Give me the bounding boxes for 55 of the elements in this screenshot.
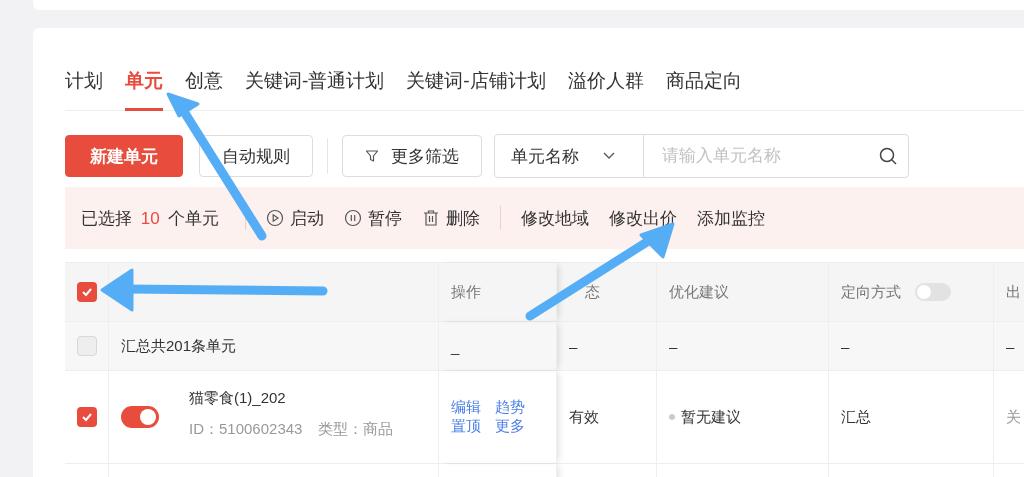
table-cell: 暂无建议	[681, 407, 741, 427]
action-link[interactable]: 趋势	[495, 398, 525, 417]
pause-icon	[344, 209, 363, 227]
tab[interactable]: 溢价人群	[567, 68, 644, 111]
action-link[interactable]: 编辑	[451, 398, 481, 417]
column-header: 优化建议	[669, 282, 729, 302]
action-link[interactable]: 更多	[495, 417, 525, 436]
unit-type: 类型：商品	[318, 420, 394, 439]
bulk-action[interactable]: 删除	[422, 206, 481, 230]
action-link[interactable]: 置顶	[451, 417, 481, 436]
toggle-switch[interactable]	[121, 406, 159, 428]
table-cell: 汇总	[841, 407, 871, 427]
selection-count: 已选择 10 个单元	[81, 207, 220, 230]
tab[interactable]: 单元	[125, 68, 163, 111]
summary-label: 汇总共201条单元	[121, 336, 237, 356]
column-header: 操作	[451, 282, 481, 302]
play-icon	[266, 209, 285, 227]
table-cell: –	[841, 337, 850, 355]
checkbox[interactable]	[76, 407, 97, 427]
search-box[interactable]: 单元名称 请输入单元名称	[494, 134, 909, 178]
search-icon	[878, 146, 898, 166]
checkbox[interactable]	[76, 336, 97, 356]
auto-rule-button[interactable]: 自动规则	[199, 135, 313, 177]
checkmark-icon	[80, 287, 93, 297]
toggle-switch[interactable]	[915, 283, 951, 301]
filter-button[interactable]: 更多筛选	[342, 135, 482, 177]
unit-id: ID：5100602343	[189, 420, 303, 439]
select-all-checkbox[interactable]	[76, 282, 97, 302]
search-field[interactable]: 请输入单元名称	[660, 145, 878, 167]
bulk-action[interactable]: 暂停	[344, 206, 403, 230]
table-cell: –	[569, 337, 578, 355]
column-header: 态	[585, 282, 600, 302]
tab[interactable]: 创意	[185, 68, 223, 111]
chevron-down-icon	[603, 152, 615, 160]
tab[interactable]: 关键词-店铺计划	[406, 68, 546, 111]
status-dot-icon	[669, 414, 675, 420]
trash-icon	[422, 209, 441, 227]
bulk-action[interactable]: 启动	[266, 206, 325, 230]
column-header: 出	[1006, 282, 1021, 302]
table-cell: _	[451, 337, 460, 355]
table-cell: 关	[1006, 407, 1021, 427]
tab[interactable]: 计划	[65, 68, 103, 111]
field-dropdown[interactable]: 单元名称	[495, 135, 644, 177]
table-cell: 有效	[569, 407, 599, 427]
unit-name: 猫零食(1)_202	[189, 389, 287, 408]
tab[interactable]: 关键词-普通计划	[245, 68, 385, 111]
tab[interactable]: 商品定向	[665, 68, 742, 111]
table-cell: –	[669, 337, 678, 355]
column-header: 定向方式	[841, 282, 901, 302]
table-cell: –	[1006, 337, 1015, 355]
checkmark-icon	[80, 412, 93, 422]
filter-icon	[365, 149, 379, 163]
new-unit-button[interactable]: 新建单元	[65, 135, 183, 177]
bulk-action[interactable]: 添加监控	[697, 206, 766, 230]
bulk-action[interactable]: 修改地域	[521, 206, 590, 230]
